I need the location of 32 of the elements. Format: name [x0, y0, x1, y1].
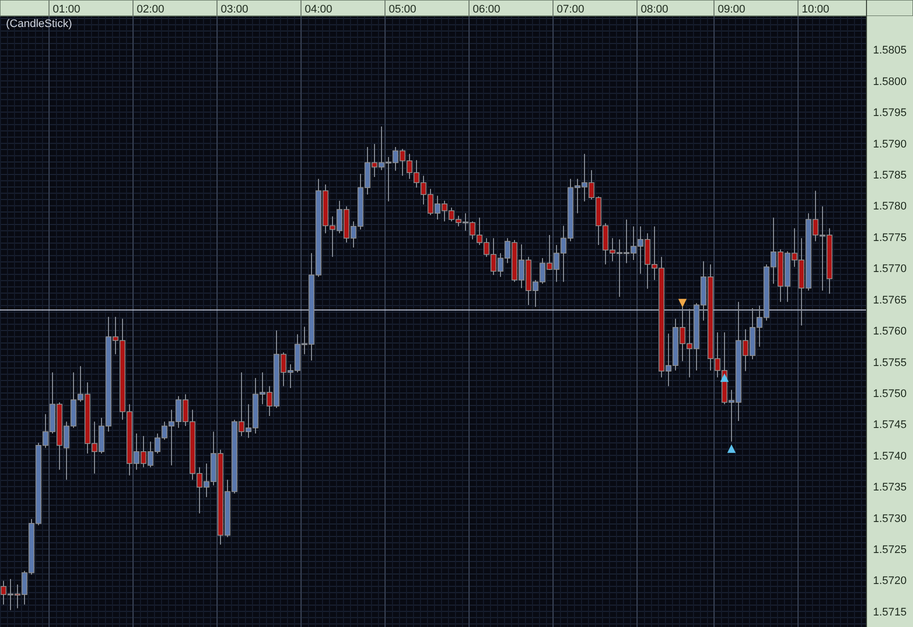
time-label: 05:00 [388, 4, 416, 16]
price-label: 1.5755 [873, 356, 907, 369]
price-label: 1.5735 [873, 482, 907, 494]
price-label: 1.5790 [873, 138, 907, 150]
price-label: 1.5805 [873, 44, 907, 57]
price-label: 1.5715 [873, 606, 907, 618]
buy-signal-marker: ▲ [727, 442, 736, 455]
chart-title: (CandleStick) [6, 18, 72, 30]
time-label: 09:00 [718, 4, 746, 16]
sell-signal-marker: ▼ [678, 296, 687, 309]
time-label: 10:00 [802, 4, 830, 16]
price-label: 1.5745 [873, 419, 907, 432]
price-label: 1.5770 [873, 263, 907, 276]
time-label: 01:00 [52, 4, 80, 16]
price-label: 1.5775 [873, 232, 907, 244]
price-label: 1.5760 [873, 326, 907, 338]
price-label: 1.5785 [873, 170, 907, 182]
time-label: 08:00 [640, 4, 668, 16]
price-label: 1.5750 [873, 388, 907, 400]
time-label: 06:00 [472, 4, 500, 16]
time-label: 04:00 [304, 4, 332, 16]
price-label: 1.5780 [873, 200, 907, 213]
price-label: 1.5740 [873, 450, 907, 462]
price-label: 1.5765 [873, 294, 907, 306]
price-label: 1.5730 [873, 512, 907, 525]
price-label: 1.5800 [873, 76, 907, 88]
time-label: 03:00 [220, 4, 248, 16]
price-label: 1.5795 [873, 107, 907, 120]
price-label: 1.5720 [873, 575, 907, 588]
price-label: 1.5725 [873, 544, 907, 556]
time-label: 07:00 [556, 4, 584, 16]
time-label: 02:00 [136, 4, 164, 16]
